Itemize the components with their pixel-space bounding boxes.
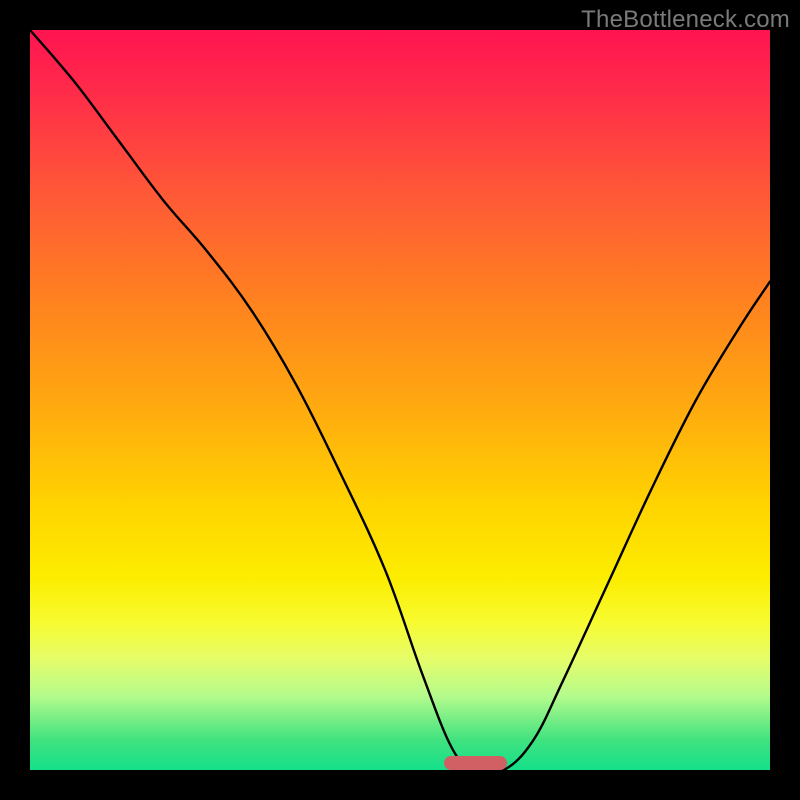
chart-frame: TheBottleneck.com [0,0,800,800]
optimal-range-marker [444,756,507,770]
bottleneck-curve [30,30,770,770]
plot-area [30,30,770,770]
